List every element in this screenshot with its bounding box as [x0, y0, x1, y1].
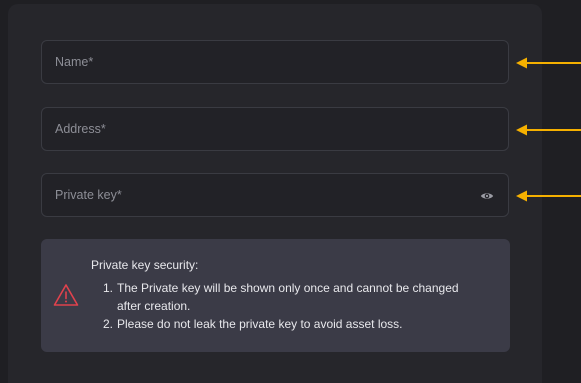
page: Private key security: 1. The Private key…	[0, 0, 581, 383]
notice-list: 1. The Private key will be shown only on…	[103, 279, 463, 333]
notice-title: Private key security:	[91, 258, 199, 272]
notice-item: 1. The Private key will be shown only on…	[103, 279, 463, 315]
annotation-arrow-icon	[516, 124, 581, 136]
annotation-arrow-icon	[516, 57, 581, 69]
private-key-field[interactable]	[41, 173, 509, 217]
address-field[interactable]	[41, 107, 509, 151]
annotation-arrow-icon	[516, 190, 581, 202]
private-key-security-notice: Private key security: 1. The Private key…	[41, 239, 510, 352]
notice-item-text: The Private key will be shown only once …	[117, 281, 459, 313]
notice-item-number: 2.	[103, 317, 114, 331]
notice-item: 2. Please do not leak the private key to…	[103, 315, 463, 333]
private-key-input[interactable]	[42, 174, 508, 216]
notice-item-text: Please do not leak the private key to av…	[117, 317, 403, 331]
warning-triangle-icon	[53, 284, 79, 306]
eye-icon[interactable]	[480, 189, 494, 203]
notice-item-number: 1.	[103, 281, 114, 295]
name-input[interactable]	[42, 41, 508, 83]
name-field[interactable]	[41, 40, 509, 84]
address-input[interactable]	[42, 108, 508, 150]
